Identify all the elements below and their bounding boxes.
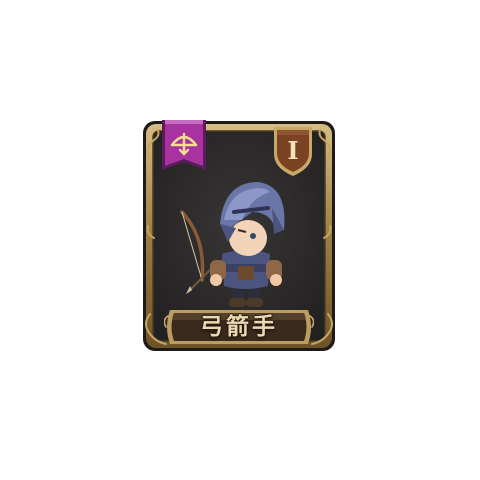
archer-character [180, 182, 285, 307]
rank-numeral: I [287, 136, 298, 165]
unit-card[interactable]: I 弓箭手 [140, 118, 338, 354]
stage: I 弓箭手 [0, 0, 480, 480]
unit-name: 弓箭手 [200, 314, 278, 340]
